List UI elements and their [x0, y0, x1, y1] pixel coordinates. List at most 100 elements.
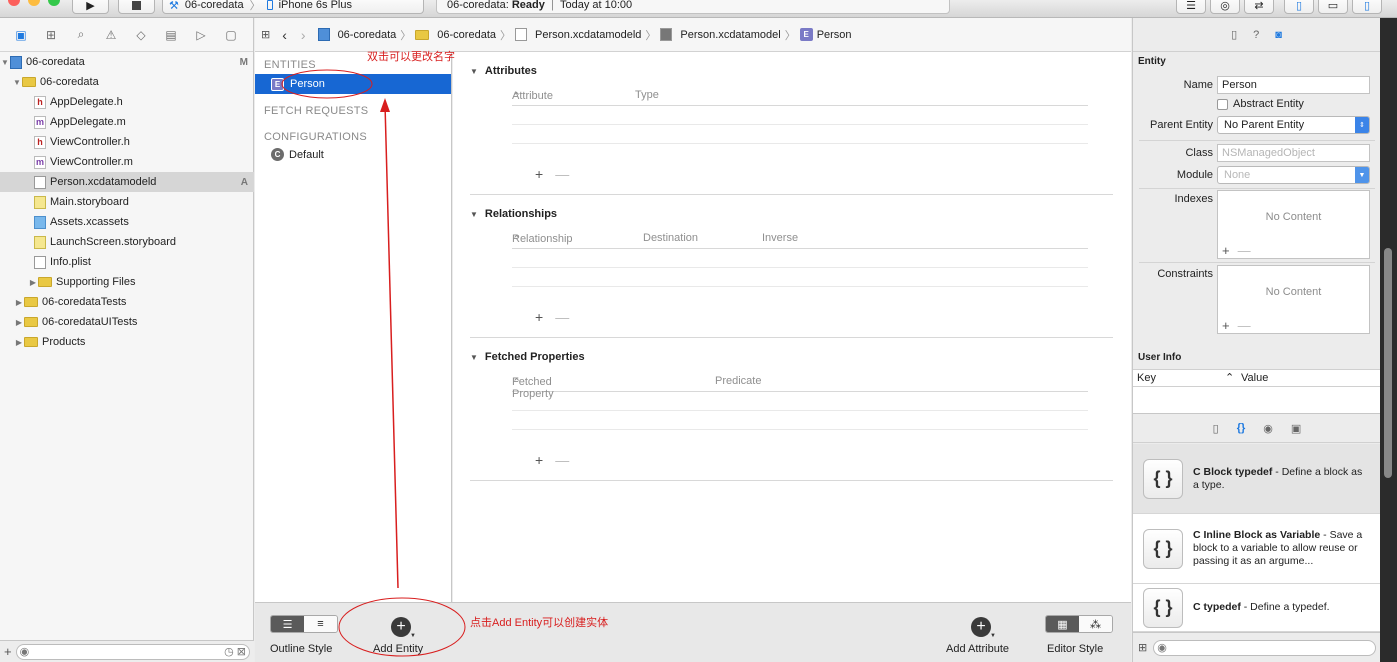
graph-style-button[interactable]: ⁂: [1079, 616, 1112, 632]
symbol-navigator-tab[interactable]: ⊞: [36, 24, 66, 46]
tree-row-file[interactable]: LaunchScreen.storyboard: [0, 232, 254, 252]
breadcrumb-entity[interactable]: E Person: [799, 28, 852, 41]
grid-view-icon[interactable]: ⊞: [1138, 641, 1147, 654]
minimize-window-button[interactable]: [28, 0, 40, 6]
disclosure-closed-icon[interactable]: ▶: [14, 338, 24, 347]
tree-row-file[interactable]: m AppDelegate.m: [0, 112, 254, 132]
inverse-column-header[interactable]: Inverse: [762, 232, 798, 244]
tree-row-file[interactable]: Assets.xcassets: [0, 212, 254, 232]
breadcrumb-model-bundle[interactable]: Person.xcdatamodeld: [515, 28, 641, 41]
project-navigator-tab[interactable]: ▣: [6, 24, 36, 46]
predicate-column-header[interactable]: Predicate: [715, 375, 761, 387]
find-navigator-tab[interactable]: ⌕: [66, 24, 96, 46]
disclosure-open-icon[interactable]: ▼: [470, 210, 478, 219]
forward-button[interactable]: ›: [301, 27, 306, 43]
snippet-item[interactable]: { } C typedef - Define a typedef.: [1133, 584, 1381, 632]
add-index-button[interactable]: +: [1222, 243, 1230, 258]
breakpoint-navigator-tab[interactable]: ▷: [186, 24, 216, 46]
media-library-tab[interactable]: ▣: [1291, 422, 1301, 435]
destination-column-header[interactable]: Destination: [643, 232, 698, 244]
tree-row-file[interactable]: h ViewController.h: [0, 132, 254, 152]
abstract-entity-checkbox-row[interactable]: Abstract Entity: [1217, 98, 1304, 110]
tree-row-group[interactable]: ▶ 06-coredataTests: [0, 292, 254, 312]
editor-style-control[interactable]: ▦ ⁂: [1045, 615, 1113, 633]
disclosure-open-icon[interactable]: ▼: [0, 58, 10, 67]
parent-entity-popup[interactable]: No Parent Entity ⇕: [1217, 116, 1370, 134]
breadcrumb-project[interactable]: 06-coredata: [317, 28, 396, 41]
fetched-properties-section-header[interactable]: ▼ Fetched Properties: [470, 349, 1113, 365]
scheme-selector[interactable]: ⚒ 06-coredata 〉 iPhone 6s Plus: [162, 0, 424, 14]
constraints-list[interactable]: No Content + —: [1217, 265, 1370, 334]
toggle-debug-button[interactable]: ▭: [1318, 0, 1348, 14]
fetched-properties-table[interactable]: Fetched Property ⌃ Predicate: [512, 374, 1088, 430]
file-inspector-tab[interactable]: ▯: [1231, 28, 1237, 41]
object-library-tab[interactable]: ◉: [1263, 422, 1273, 435]
report-navigator-tab[interactable]: ▢: [216, 24, 246, 46]
zoom-window-button[interactable]: [48, 0, 60, 6]
entity-name-field[interactable]: Person: [1217, 76, 1370, 94]
remove-relationship-button[interactable]: —: [555, 309, 569, 325]
add-attribute-toolbar-button[interactable]: + ▼: [971, 617, 996, 639]
tree-row-group[interactable]: ▶ 06-coredataUITests: [0, 312, 254, 332]
assistant-editor-button[interactable]: ◎: [1210, 0, 1240, 14]
class-field[interactable]: NSManagedObject: [1217, 144, 1370, 162]
indexes-list[interactable]: No Content + —: [1217, 190, 1370, 259]
table-style-button[interactable]: ▦: [1046, 616, 1079, 632]
tree-row-group[interactable]: ▶ Products: [0, 332, 254, 352]
back-button[interactable]: ‹: [282, 27, 287, 43]
remove-index-button[interactable]: —: [1238, 243, 1251, 258]
navigator-filter-input[interactable]: ◉ ◷ ⊠: [15, 643, 250, 660]
attributes-table[interactable]: Attribute ⌃ Type: [512, 88, 1088, 144]
disclosure-open-icon[interactable]: ▼: [470, 67, 478, 76]
flat-list-style-button[interactable]: ☰: [271, 616, 304, 632]
remove-fetched-property-button[interactable]: —: [555, 452, 569, 468]
close-window-button[interactable]: [8, 0, 20, 6]
library-filter-input[interactable]: ◉: [1153, 639, 1376, 656]
tree-row-file[interactable]: m ViewController.m: [0, 152, 254, 172]
related-items-icon[interactable]: ⊞: [261, 28, 270, 41]
file-template-library-tab[interactable]: ▯: [1213, 422, 1219, 435]
add-constraint-button[interactable]: +: [1222, 318, 1230, 333]
relationships-table[interactable]: Relationship ⌃ Destination Inverse: [512, 231, 1088, 287]
tree-row-file[interactable]: Info.plist: [0, 252, 254, 272]
snippet-item[interactable]: { } C Inline Block as Variable - Save a …: [1133, 514, 1381, 584]
toggle-navigator-button[interactable]: ▯: [1284, 0, 1314, 14]
debug-navigator-tab[interactable]: ▤: [156, 24, 186, 46]
code-snippet-library-tab[interactable]: {}: [1237, 422, 1246, 434]
test-navigator-tab[interactable]: ◇: [126, 24, 156, 46]
tree-row-group[interactable]: ▼ 06-coredata: [0, 72, 254, 92]
disclosure-closed-icon[interactable]: ▶: [14, 318, 24, 327]
breadcrumb-model[interactable]: Person.xcdatamodel: [660, 28, 781, 41]
outline-style-control[interactable]: ☰ ≡: [270, 615, 338, 633]
abstract-entity-checkbox[interactable]: [1217, 98, 1228, 110]
stop-button[interactable]: [118, 0, 155, 14]
run-button[interactable]: ▶: [72, 0, 109, 14]
disclosure-closed-icon[interactable]: ▶: [28, 278, 38, 287]
add-fetched-property-button[interactable]: +: [535, 452, 543, 468]
tree-row-project[interactable]: ▼ 06-coredata M: [0, 52, 254, 72]
issue-navigator-tab[interactable]: ⚠: [96, 24, 126, 46]
tree-row-file[interactable]: Main.storyboard: [0, 192, 254, 212]
quick-help-tab[interactable]: ?: [1253, 29, 1259, 41]
attributes-section-header[interactable]: ▼ Attributes: [470, 63, 1113, 79]
configuration-row-default[interactable]: C Default: [271, 148, 324, 161]
breadcrumb-group[interactable]: 06-coredata: [415, 29, 496, 41]
recent-files-icon[interactable]: ◷: [224, 645, 234, 658]
tree-row-file-selected[interactable]: Person.xcdatamodeld A: [0, 172, 254, 192]
key-column-header[interactable]: Key: [1137, 372, 1156, 384]
entity-row-person[interactable]: E Person: [255, 74, 451, 94]
disclosure-closed-icon[interactable]: ▶: [14, 298, 24, 307]
value-column-header[interactable]: Value: [1241, 372, 1268, 384]
scrollbar-thumb[interactable]: [1384, 248, 1392, 478]
add-attribute-button[interactable]: +: [535, 166, 543, 182]
remove-attribute-button[interactable]: —: [555, 166, 569, 182]
user-info-table[interactable]: [1133, 387, 1381, 413]
tree-row-file[interactable]: h AppDelegate.h: [0, 92, 254, 112]
add-relationship-button[interactable]: +: [535, 309, 543, 325]
disclosure-open-icon[interactable]: ▼: [12, 78, 22, 87]
remove-constraint-button[interactable]: —: [1238, 318, 1251, 333]
snippet-item[interactable]: { } C Block typedef - Define a block as …: [1133, 444, 1381, 514]
standard-editor-button[interactable]: ☰: [1176, 0, 1206, 14]
type-column-header[interactable]: Type: [635, 89, 659, 101]
scm-filter-icon[interactable]: ⊠: [237, 645, 246, 658]
